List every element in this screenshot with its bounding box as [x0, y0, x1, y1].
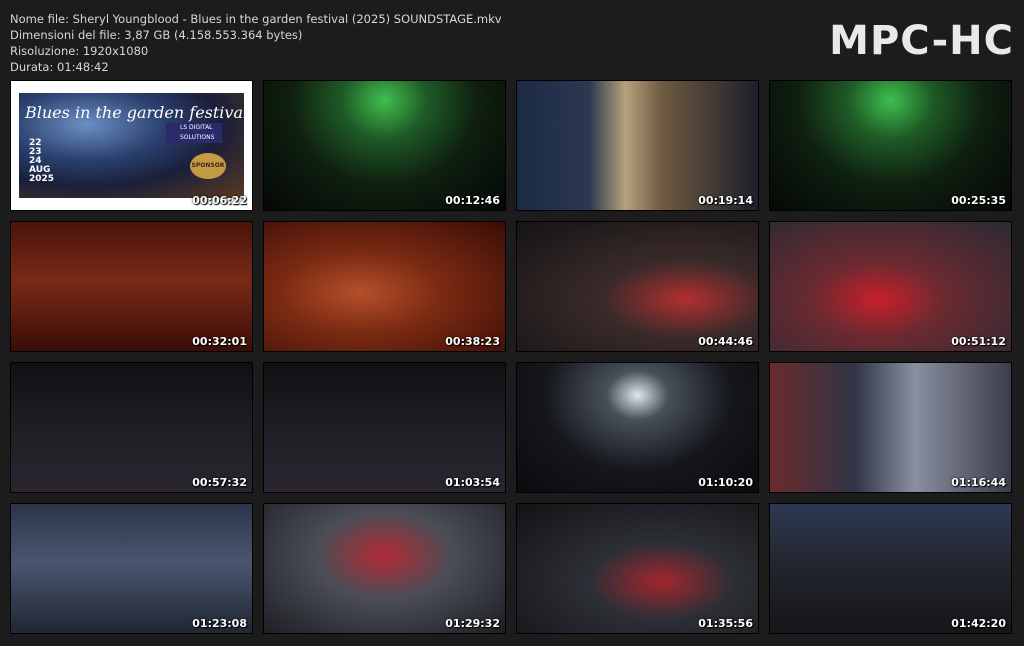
- file-duration: Durata: 01:48:42: [10, 60, 109, 74]
- poster-dates: 22 23 24 AUG 2025: [29, 139, 54, 184]
- timestamp-label: 00:57:32: [192, 476, 247, 489]
- timestamp-label: 01:23:08: [192, 617, 247, 630]
- thumbnail[interactable]: 00:25:35: [769, 80, 1012, 211]
- video-frame: [770, 363, 1011, 492]
- poster-title: Blues in the garden festival: [25, 103, 249, 122]
- video-frame: [264, 363, 505, 492]
- thumbnail[interactable]: 01:29:32: [263, 503, 506, 634]
- timestamp-label: 00:44:46: [698, 335, 753, 348]
- video-frame: [11, 504, 252, 633]
- thumbnail[interactable]: 00:12:46: [263, 80, 506, 211]
- video-frame: [264, 222, 505, 351]
- video-frame: [264, 504, 505, 633]
- thumbnail[interactable]: 01:42:20: [769, 503, 1012, 634]
- timestamp-label: 00:32:01: [192, 335, 247, 348]
- timestamp-label: 01:29:32: [445, 617, 500, 630]
- timestamp-label: 00:38:23: [445, 335, 500, 348]
- timestamp-label: 00:25:35: [951, 194, 1006, 207]
- video-frame: [770, 222, 1011, 351]
- timestamp-label: 01:03:54: [445, 476, 500, 489]
- file-resolution: Risoluzione: 1920x1080: [10, 44, 149, 58]
- timestamp-label: 01:35:56: [698, 617, 753, 630]
- video-frame: [517, 222, 758, 351]
- thumbnail[interactable]: 00:38:23: [263, 221, 506, 352]
- file-size: Dimensioni del file: 3,87 GB (4.158.553.…: [10, 28, 303, 42]
- timestamp-label: 00:12:46: [445, 194, 500, 207]
- poster-date: 2025: [29, 174, 55, 184]
- video-frame: [11, 222, 252, 351]
- thumbnail[interactable]: 00:44:46: [516, 221, 759, 352]
- file-name: Nome file: Sheryl Youngblood - Blues in …: [10, 12, 502, 26]
- video-frame: [517, 363, 758, 492]
- brand-logo: MPC-HC: [829, 18, 1014, 64]
- timestamp-label: 01:42:20: [951, 617, 1006, 630]
- file-info: Nome file: Sheryl Youngblood - Blues in …: [10, 11, 502, 75]
- thumbnail[interactable]: 01:16:44: [769, 362, 1012, 493]
- video-frame: [11, 363, 252, 492]
- timestamp-label: 00:06:22: [192, 194, 247, 207]
- thumbnail[interactable]: 00:19:14: [516, 80, 759, 211]
- timestamp-label: 01:10:20: [698, 476, 753, 489]
- video-frame: [264, 81, 505, 210]
- thumbnail[interactable]: 01:03:54: [263, 362, 506, 493]
- video-frame: [517, 81, 758, 210]
- timestamp-label: 01:16:44: [951, 476, 1006, 489]
- video-frame: [517, 504, 758, 633]
- thumbnail[interactable]: 00:32:01: [10, 221, 253, 352]
- thumbnail[interactable]: 00:57:32: [10, 362, 253, 493]
- video-frame: [770, 504, 1011, 633]
- thumbnail[interactable]: 01:10:20: [516, 362, 759, 493]
- video-frame: [770, 81, 1011, 210]
- thumbnail[interactable]: 01:23:08: [10, 503, 253, 634]
- thumbnail[interactable]: Blues in the garden festival 22 23 24 AUG 202…: [10, 80, 253, 211]
- sponsor-logo: LS DIGITAL SOLUTIONS: [166, 123, 222, 143]
- sponsor-badge: SPONSOR: [190, 153, 226, 179]
- thumbnail[interactable]: 00:51:12: [769, 221, 1012, 352]
- thumbnail[interactable]: 01:35:56: [516, 503, 759, 634]
- timestamp-label: 00:19:14: [698, 194, 753, 207]
- timestamp-label: 00:51:12: [951, 335, 1006, 348]
- festival-poster: Blues in the garden festival 22 23 24 AUG 202…: [11, 81, 252, 210]
- contact-sheet: Nome file: Sheryl Youngblood - Blues in …: [0, 0, 1024, 646]
